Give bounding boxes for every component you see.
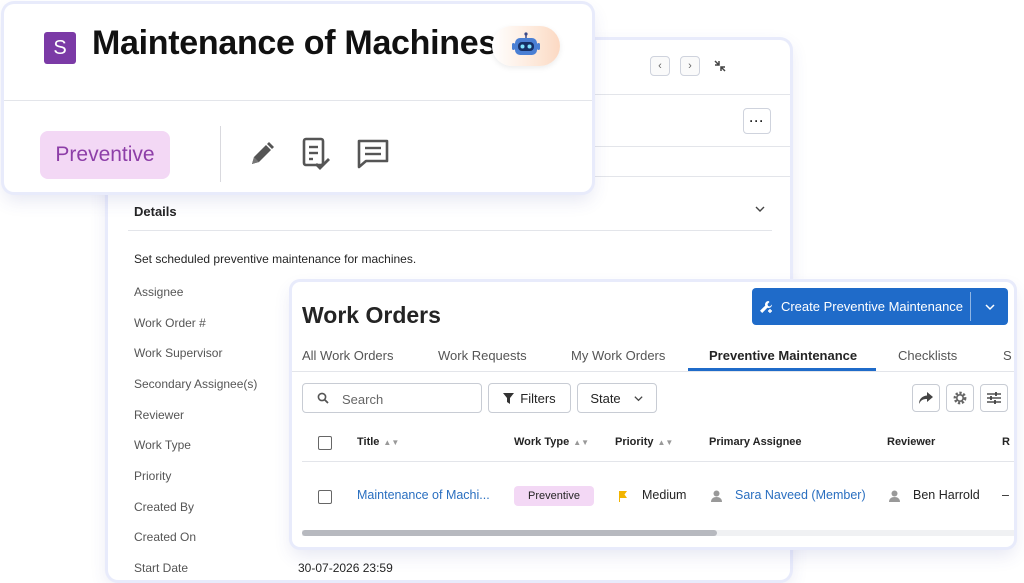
field-value-start-date: 30-07-2026 23:59 [298, 561, 393, 575]
column-header-primary-assignee[interactable]: Primary Assignee [709, 436, 802, 448]
column-header-work-type[interactable]: Work Type ▲▼ [514, 436, 589, 448]
sort-icon: ▲▼ [657, 438, 674, 447]
collapse-icon [714, 60, 726, 72]
filter-icon [503, 392, 515, 404]
chevron-left-icon: ‹ [658, 60, 662, 72]
chevron-down-icon [634, 395, 643, 401]
chevron-down-icon [755, 206, 765, 212]
field-label-work-type: Work Type [134, 438, 191, 452]
sliders-icon [987, 392, 1001, 404]
work-orders-panel: Work Orders Create Preventive Maintenanc… [292, 282, 1014, 547]
details-collapse-toggle[interactable] [754, 202, 766, 218]
field-label-work-order-number: Work Order # [134, 316, 206, 330]
work-type-chip: Preventive [40, 131, 170, 179]
search-input[interactable]: Search [302, 383, 482, 413]
column-header-reviewer[interactable]: Reviewer [887, 436, 935, 448]
create-button-main[interactable]: Create Preventive Maintenance [752, 288, 970, 325]
next-record-button[interactable]: › [680, 56, 700, 76]
column-settings-button[interactable] [980, 384, 1008, 412]
row-title-link[interactable]: Maintenance of Machi... [357, 488, 490, 502]
priority-flag-icon [619, 491, 627, 502]
filters-label: Filters [520, 390, 556, 406]
create-button-label: Create Preventive Maintenance [780, 299, 964, 314]
sort-icon: ▲▼ [573, 438, 590, 447]
field-label-priority: Priority [134, 469, 172, 483]
tab-checklists[interactable]: Checklists [898, 348, 957, 363]
chevron-down-icon [984, 303, 995, 310]
collapse-button[interactable] [710, 56, 730, 76]
divider [220, 126, 221, 182]
edit-button[interactable] [246, 138, 278, 170]
user-icon [889, 490, 900, 502]
comments-button[interactable] [356, 138, 389, 170]
assistant-button[interactable] [492, 26, 560, 66]
chevron-right-icon: › [688, 60, 692, 72]
settings-button[interactable] [946, 384, 974, 412]
field-label-reviewer: Reviewer [134, 408, 185, 422]
share-arrow-icon [919, 392, 933, 404]
details-section-title: Details [134, 204, 177, 219]
app-logo: S [44, 32, 76, 64]
more-options-button[interactable]: ··· [743, 108, 771, 134]
work-orders-tabs: All Work Orders Work Requests My Work Or… [292, 344, 1014, 372]
column-header-overflow[interactable]: R [1002, 436, 1010, 448]
field-label-created-by: Created By [134, 500, 195, 514]
field-label-created-on: Created On [134, 530, 197, 544]
row-checkbox[interactable] [318, 490, 332, 504]
search-placeholder: Search [342, 392, 384, 407]
field-label-start-date: Start Date [134, 561, 189, 575]
horizontal-scrollbar-thumb[interactable] [302, 530, 717, 536]
pencil-icon [252, 142, 274, 164]
row-reviewer: Ben Harrold [913, 488, 980, 502]
row-overflow-cell: – [1002, 488, 1009, 502]
row-priority: Medium [642, 488, 687, 502]
tab-my-work-orders[interactable]: My Work Orders [571, 348, 665, 363]
field-label-work-supervisor: Work Supervisor [134, 346, 223, 360]
work-order-description: Set scheduled preventive maintenance for… [134, 252, 417, 266]
filters-button[interactable]: Filters [488, 383, 571, 413]
tab-preventive-maintenance[interactable]: Preventive Maintenance [709, 348, 857, 363]
wrench-icon [759, 300, 772, 313]
work-orders-title: Work Orders [302, 302, 441, 328]
divider [128, 230, 772, 231]
checklist-icon [302, 137, 330, 170]
divider [4, 100, 592, 101]
column-header-title[interactable]: Title ▲▼ [357, 436, 399, 448]
work-order-title-card: S Maintenance of Machines Preventive [4, 4, 592, 192]
search-icon [317, 392, 329, 404]
sort-icon: ▲▼ [383, 438, 400, 447]
field-label-secondary-assignees: Secondary Assignee(s) [134, 377, 258, 391]
user-icon [711, 490, 722, 502]
gear-icon [953, 391, 967, 405]
state-dropdown[interactable]: State [577, 383, 657, 413]
tab-all-work-orders[interactable]: All Work Orders [302, 348, 394, 363]
share-button[interactable] [912, 384, 940, 412]
column-header-priority[interactable]: Priority ▲▼ [615, 436, 673, 448]
create-preventive-maintenance-button[interactable]: Create Preventive Maintenance [752, 288, 1008, 325]
select-all-checkbox[interactable] [318, 436, 332, 450]
table-header: Title ▲▼ Work Type ▲▼ Priority ▲▼ Primary A… [302, 424, 1014, 462]
tab-work-requests[interactable]: Work Requests [438, 348, 527, 363]
previous-record-button[interactable]: ‹ [650, 56, 670, 76]
comment-icon [357, 139, 389, 169]
create-options-dropdown[interactable] [971, 288, 1008, 325]
state-label: State [590, 390, 621, 406]
field-label-assignee: Assignee [134, 285, 184, 299]
tab-overflow[interactable]: S [1003, 348, 1012, 363]
checklist-button[interactable] [300, 136, 332, 170]
row-work-type-chip: Preventive [514, 486, 594, 506]
page-title: Maintenance of Machines [92, 24, 497, 62]
row-primary-assignee[interactable]: Sara Naveed (Member) [735, 488, 866, 502]
active-tab-indicator [688, 368, 876, 371]
robot-icon [512, 32, 540, 55]
